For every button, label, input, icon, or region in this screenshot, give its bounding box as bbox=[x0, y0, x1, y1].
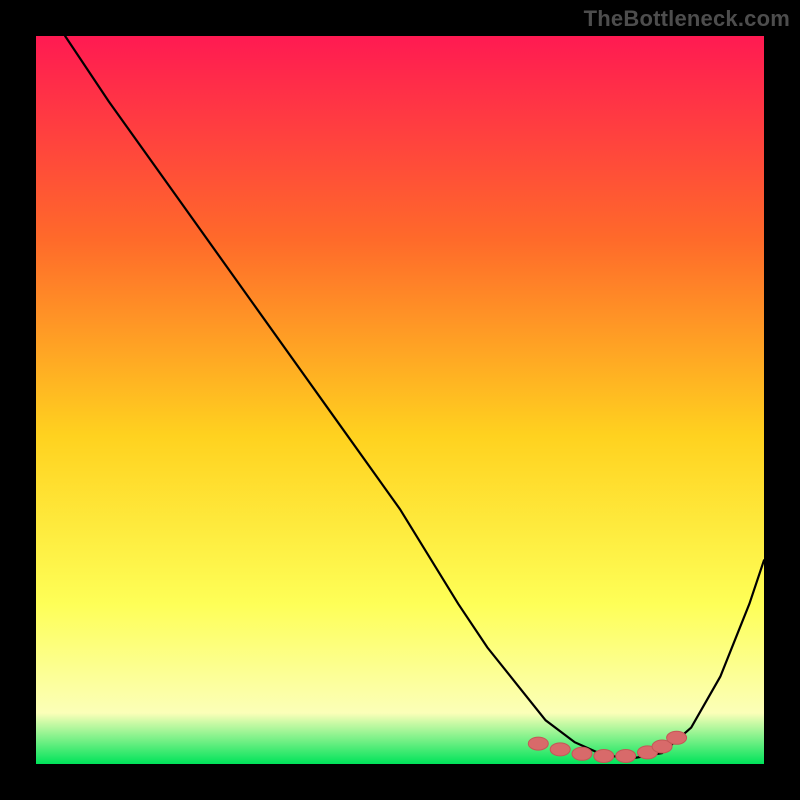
marker-dot bbox=[667, 731, 687, 744]
bottleneck-plot bbox=[36, 36, 764, 764]
plot-area bbox=[36, 36, 764, 764]
watermark-text: TheBottleneck.com bbox=[584, 6, 790, 32]
marker-dot bbox=[616, 750, 636, 763]
chart-frame: TheBottleneck.com bbox=[0, 0, 800, 800]
marker-dot bbox=[550, 743, 570, 756]
marker-dot bbox=[572, 747, 592, 760]
gradient-background bbox=[36, 36, 764, 764]
marker-dot bbox=[528, 737, 548, 750]
marker-dot bbox=[594, 750, 614, 763]
